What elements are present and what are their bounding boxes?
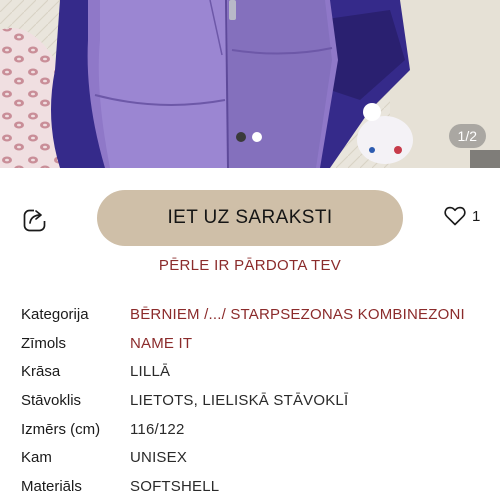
detail-label: Krāsa [21, 363, 61, 381]
detail-row-brand: Zīmols NAME IT [21, 335, 491, 364]
detail-label: Kategorija [21, 306, 89, 323]
detail-label: Materiāls [21, 478, 82, 496]
detail-row-category: Kategorija BĒRNIEM /.../ STARPSEZONAS KO… [21, 306, 491, 335]
product-photo[interactable]: 1/2 [0, 0, 500, 168]
category-link[interactable]: BĒRNIEM /.../ STARPSEZONAS KOMBINEZONI [130, 306, 465, 323]
detail-label: Kam [21, 449, 52, 467]
product-photo-image [0, 0, 500, 168]
brand-link[interactable]: NAME IT [130, 335, 192, 352]
image-counter: 1/2 [448, 124, 486, 148]
go-to-list-button[interactable]: IET UZ SARAKSTI [97, 190, 403, 246]
detail-value: UNISEX [130, 449, 188, 467]
detail-value: 116/122 [130, 420, 185, 438]
like-button[interactable]: 1 [444, 206, 480, 226]
gallery-dot-1[interactable] [236, 132, 246, 142]
detail-value: LIETOTS, LIELISKĀ STĀVOKLĪ [130, 392, 349, 410]
detail-row-condition: Stāvoklis LIETOTS, LIELISKĀ STĀVOKLĪ [21, 392, 491, 421]
detail-label: Stāvoklis [21, 392, 82, 410]
detail-value: SOFTSHELL [130, 478, 220, 496]
detail-row-gender: Kam UNISEX [21, 449, 491, 478]
like-count: 1 [472, 207, 481, 225]
product-details: Kategorija BĒRNIEM /.../ STARPSEZONAS KO… [21, 306, 491, 500]
sold-status-text: PĒRLE IR PĀRDOTA TEV [158, 257, 342, 274]
detail-value: LILLĀ [130, 363, 171, 381]
gallery-pagination[interactable] [236, 132, 262, 142]
detail-row-color: Krāsa LILLĀ [21, 363, 491, 392]
detail-label: Izmērs (cm) [21, 420, 101, 438]
gallery-dot-2[interactable] [252, 132, 262, 142]
action-row: IET UZ SARAKSTI 1 [0, 168, 500, 248]
detail-row-material: Materiāls SOFTSHELL [21, 478, 491, 500]
heart-icon [444, 206, 466, 226]
share-icon [23, 207, 48, 232]
detail-label: Zīmols [21, 334, 66, 352]
share-button[interactable] [22, 206, 48, 232]
detail-row-size: Izmērs (cm) 116/122 [21, 421, 491, 450]
